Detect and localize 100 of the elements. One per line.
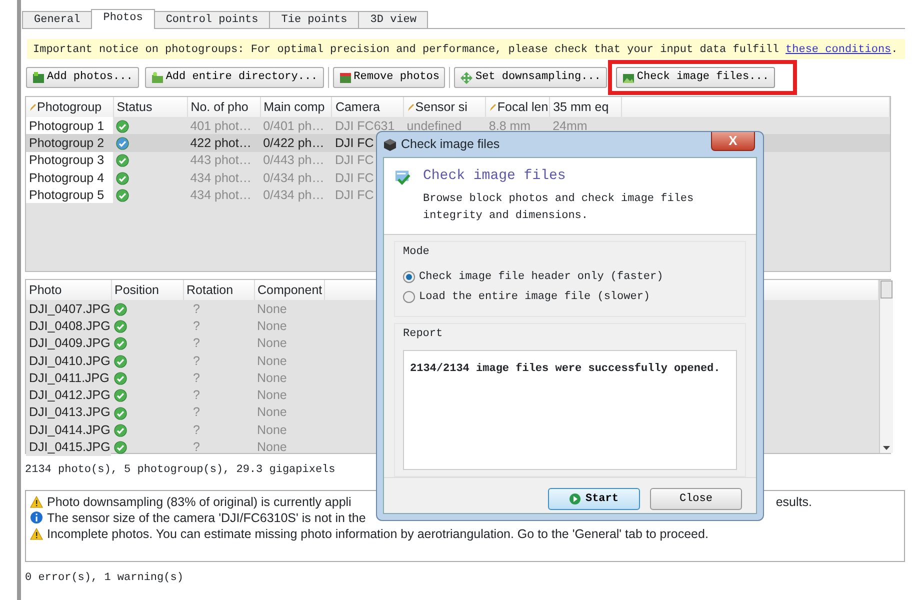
pencil-icon	[29, 102, 37, 112]
table-cell: DJI FC	[334, 188, 374, 202]
check-circle-icon	[114, 389, 127, 402]
table-cell-text: ?	[192, 422, 201, 438]
message-text: Incomplete photos. You can estimate missing photo information by aerotriangulation. Go to the 'General' tab to proceed.	[47, 526, 708, 542]
message-text: esults.	[776, 494, 813, 510]
check-circle-icon	[114, 406, 127, 420]
check-circle-icon	[116, 189, 130, 202]
cube-icon	[383, 138, 397, 152]
table-cell[interactable]: Photogroup 5	[26, 186, 114, 204]
radio-option[interactable]: Check image file header only (faster)	[403, 268, 737, 285]
check-circle-icon	[114, 320, 127, 334]
table-cell: undefined	[406, 118, 462, 133]
column-header[interactable]: Camera	[332, 97, 404, 117]
table-cell-text: ?	[192, 352, 201, 370]
notice-link[interactable]: Important notice on photogroups	[33, 44, 238, 56]
arrows-icon	[460, 70, 474, 84]
table-cell: 401 phot…	[190, 118, 252, 133]
table-cell: DJI_0407.JPG	[26, 300, 111, 318]
photo-remove-icon	[338, 70, 352, 84]
table-cell: 0/443 ph…	[263, 153, 324, 168]
table-cell: 8.8 mm	[488, 118, 531, 133]
dialog-heading: Check image files	[422, 167, 567, 186]
table-cell-text: None	[256, 318, 288, 335]
table-cell-text: ?	[192, 387, 201, 404]
play-icon	[569, 493, 582, 505]
column-header[interactable]: No. of pho	[187, 97, 260, 117]
check-circle-icon	[116, 172, 130, 185]
table-cell: 24mm	[552, 118, 588, 133]
dialog-button[interactable]: Start	[548, 488, 640, 510]
toolbar-button[interactable]: Remove photos	[332, 66, 446, 88]
tab[interactable]: Photos	[91, 9, 155, 29]
table-cell-text: None	[256, 422, 288, 438]
warning-icon	[30, 528, 43, 540]
table-cell[interactable]: Photogroup 3	[26, 152, 114, 169]
report-box: 2134/2134 image files were successfully opened.	[403, 350, 737, 470]
tab[interactable]: Tie points	[269, 11, 360, 28]
toolbar-button[interactable]: Add photos...	[26, 66, 139, 88]
table-cell: DJI FC	[334, 170, 374, 185]
table-cell: 434 phot…	[190, 170, 252, 185]
check-circle-icon	[114, 441, 127, 454]
table-cell-text: None	[256, 404, 288, 422]
column-header[interactable]: Status	[113, 97, 188, 117]
check-circle-icon	[114, 424, 127, 437]
column-header[interactable]: Rotation	[183, 280, 254, 300]
column-header[interactable]: Main comp	[260, 97, 332, 117]
pencil-icon	[489, 102, 498, 112]
table-cell[interactable]: Photogroup 2	[26, 134, 114, 152]
check-circle-icon	[116, 137, 130, 150]
table-cell-text: None	[256, 439, 288, 456]
column-header[interactable]: Component	[254, 280, 324, 300]
table-cell: 434 phot…	[190, 188, 252, 202]
check-circle-icon	[114, 302, 127, 316]
table-cell-text: None	[256, 387, 288, 404]
table-cell: 0/434 ph…	[263, 188, 324, 202]
table-cell-text: None	[256, 335, 288, 352]
check-circle-icon	[116, 154, 130, 168]
check-circle-icon	[114, 372, 127, 386]
message-text: The sensor size of the camera 'DJI/FC6310S' is not in the	[47, 510, 366, 526]
table-cell[interactable]: Photogroup 4	[26, 168, 114, 186]
table-cell: 422 phot…	[190, 136, 252, 150]
column-header[interactable]: Position	[111, 280, 183, 300]
column-header[interactable]: Focal len	[486, 97, 550, 117]
tab[interactable]: 3D view	[358, 11, 428, 28]
table-cell-text: None	[256, 352, 288, 370]
toolbar-button[interactable]: Check image files...	[616, 66, 775, 88]
group-label: Mode	[403, 245, 430, 260]
table-cell: None	[254, 300, 324, 318]
check-circle-icon	[116, 120, 130, 133]
table-cell-text: ?	[192, 318, 201, 335]
table-cell-text: ?	[192, 439, 201, 456]
toolbar-button[interactable]: Add entire directory...	[144, 66, 324, 88]
table-cell-text: ?	[192, 404, 201, 422]
toolbar-button[interactable]: Set downsampling...	[454, 66, 607, 88]
folder-add-icon	[150, 70, 164, 84]
photo-add-icon	[32, 70, 45, 84]
dialog-description: Browse block photos and check image files integrity and dimensions.	[422, 192, 695, 224]
table-cell[interactable]: Photogroup 1	[26, 117, 114, 134]
pencil-icon	[407, 102, 416, 112]
radio-option[interactable]: Load the entire image file (slower)	[403, 289, 737, 306]
table-cell: 0/422 ph…	[263, 136, 324, 150]
notice-text: Important notice on photogroups: For optimal precision and performance, please check that your input data fulfill these conditions.	[33, 44, 898, 56]
tab[interactable]: Control points	[154, 11, 270, 28]
table-cell: DJI FC631	[334, 118, 395, 133]
column-header[interactable]: Photogroup	[26, 97, 114, 117]
table-cell-text: None	[256, 370, 288, 386]
summary-text: 2134 photo(s), 5 photogroup(s), 29.3 gigapixels	[25, 463, 336, 478]
tab[interactable]: General	[22, 11, 92, 28]
column-header[interactable]: 35 mm eq	[550, 97, 622, 117]
dialog-title: Check image files	[401, 136, 500, 154]
column-header[interactable]: Sensor si	[404, 97, 486, 117]
table-cell: 0/434 ph…	[263, 170, 324, 185]
table-cell: ?	[183, 300, 254, 318]
table-cell-text: ?	[192, 370, 201, 386]
table-cell-text: ?	[192, 335, 201, 352]
column-header[interactable]: Photo	[26, 280, 111, 300]
group-label: Report	[403, 326, 444, 342]
dialog-button[interactable]: Close	[650, 488, 742, 510]
conditions-link[interactable]: these conditions	[786, 44, 892, 56]
message-text: Photo downsampling (83% of original) is currently appli	[47, 494, 352, 510]
